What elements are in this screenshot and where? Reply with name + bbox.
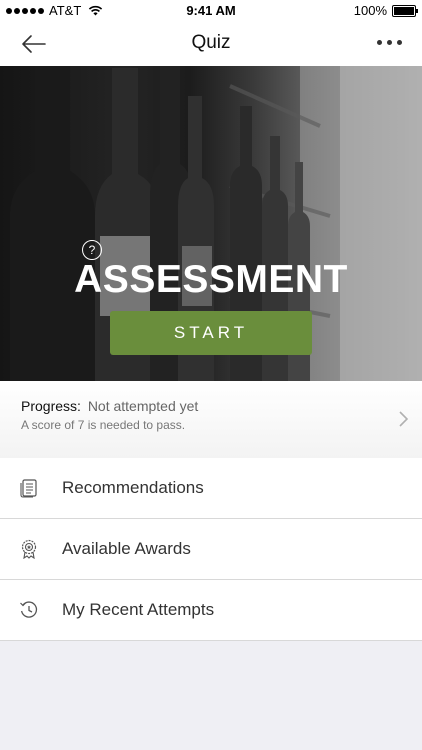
back-button[interactable] — [20, 32, 48, 56]
menu-item-label: Available Awards — [62, 539, 191, 558]
status-right: 100% — [353, 3, 418, 18]
pass-requirement-note: A score of 7 is needed to pass. — [21, 418, 186, 432]
progress-panel[interactable]: Progress: Not attempted yet A score of 7… — [0, 381, 422, 459]
assessment-title: ASSESSMENT — [74, 258, 348, 301]
page-title: Quiz — [191, 32, 231, 53]
document-list-icon — [20, 479, 37, 498]
menu-item-label: My Recent Attempts — [62, 600, 215, 619]
progress-status: Not attempted yet — [87, 398, 199, 414]
battery-percentage: 100% — [353, 3, 387, 18]
menu-item-label: Recommendations — [62, 478, 204, 497]
battery-icon — [392, 4, 418, 17]
award-badge-icon — [21, 539, 37, 559]
navigation-bar: Quiz — [0, 22, 422, 66]
menu-item-recent-attempts[interactable]: My Recent Attempts — [0, 580, 422, 641]
more-horizontal-icon — [377, 40, 382, 45]
chevron-right-icon — [399, 411, 408, 427]
arrow-left-icon — [22, 35, 46, 53]
more-options-button[interactable] — [375, 38, 404, 47]
menu-item-available-awards[interactable]: Available Awards — [0, 519, 422, 580]
menu-item-recommendations[interactable]: Recommendations — [0, 458, 422, 519]
progress-label: Progress: — [21, 398, 81, 414]
hero-banner: ? ASSESSMENT START — [0, 66, 422, 381]
start-button[interactable]: START — [110, 311, 312, 355]
status-bar: AT&T 9:41 AM 100% — [0, 0, 422, 22]
quiz-menu-list: Recommendations Available Awards My Rece… — [0, 458, 422, 641]
progress-line: Progress: Not attempted yet — [21, 398, 198, 414]
question-circle-icon[interactable]: ? — [82, 240, 102, 260]
history-clock-icon — [20, 601, 38, 618]
